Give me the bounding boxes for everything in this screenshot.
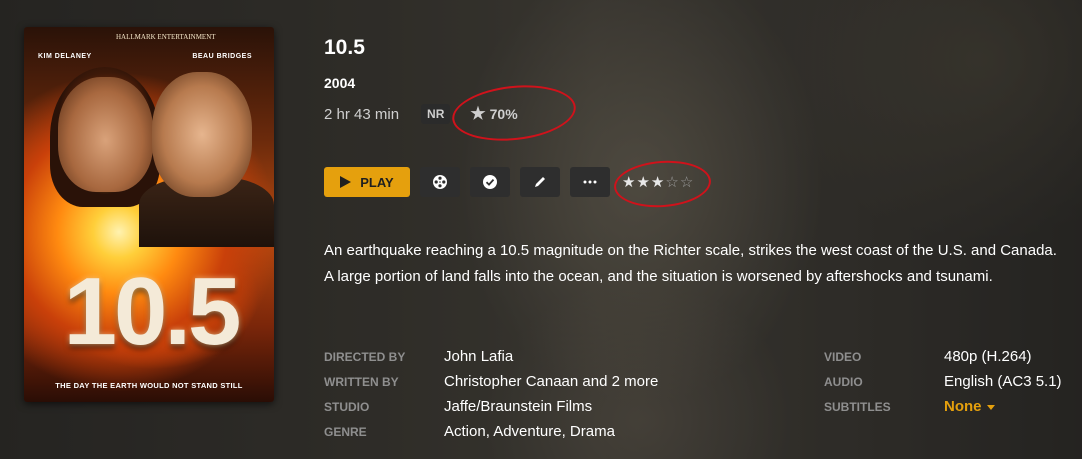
- poster-actor-left-face: [58, 77, 153, 192]
- detail-label: VIDEO: [824, 349, 862, 364]
- detail-row-studio: STUDIO Jaffe/Braunstein Films: [324, 394, 658, 419]
- content-rating-badge: NR: [421, 104, 451, 124]
- trailer-button[interactable]: [420, 167, 460, 197]
- detail-label: WRITTEN BY: [324, 374, 399, 389]
- movie-poster[interactable]: HALLMARK ENTERTAINMENT KIM DELANEY BEAU …: [24, 27, 274, 402]
- poster-actor-right: BEAU BRIDGES: [192, 53, 252, 60]
- play-button[interactable]: PLAY: [324, 167, 410, 197]
- poster-actor-right-face: [152, 72, 252, 197]
- duration: 2 hr 43 min: [324, 105, 400, 123]
- writer-link[interactable]: Christopher Canaan and 2 more: [444, 373, 658, 390]
- video-value: 480p (H.264): [944, 348, 1032, 365]
- movie-year: 2004: [324, 75, 356, 91]
- media-info-list: VIDEO 480p (H.264) AUDIO English (AC3 5.…: [824, 344, 1062, 419]
- play-label: PLAY: [360, 174, 394, 190]
- detail-label: STUDIO: [324, 399, 370, 414]
- more-button[interactable]: [570, 167, 610, 197]
- detail-label: GENRE: [324, 424, 367, 439]
- detail-row-audio: AUDIO English (AC3 5.1): [824, 369, 1062, 394]
- subtitles-dropdown[interactable]: None: [944, 398, 995, 415]
- genre-links[interactable]: Action, Adventure, Drama: [444, 423, 615, 440]
- detail-row-director: DIRECTED BY John Lafia: [324, 344, 658, 369]
- detail-label: SUBTITLES: [824, 399, 891, 414]
- detail-label: DIRECTED BY: [324, 349, 406, 364]
- detail-row-video: VIDEO 480p (H.264): [824, 344, 1062, 369]
- credits-list: DIRECTED BY John Lafia WRITTEN BY Christ…: [324, 344, 658, 444]
- poster-actor-left: KIM DELANEY: [38, 53, 92, 60]
- detail-row-genre: GENRE Action, Adventure, Drama: [324, 419, 658, 444]
- chevron-down-icon: [986, 404, 995, 410]
- studio-link[interactable]: Jaffe/Braunstein Films: [444, 398, 592, 415]
- detail-row-subtitles: SUBTITLES None: [824, 394, 1062, 419]
- audio-value: English (AC3 5.1): [944, 373, 1062, 390]
- edit-button[interactable]: [520, 167, 560, 197]
- detail-row-writer: WRITTEN BY Christopher Canaan and 2 more: [324, 369, 658, 394]
- detail-label: AUDIO: [824, 374, 863, 389]
- pencil-icon: [535, 177, 545, 187]
- subtitles-value: None: [944, 398, 982, 415]
- poster-title-art: 10.5: [63, 258, 242, 365]
- poster-studio-logo: HALLMARK ENTERTAINMENT: [116, 33, 216, 41]
- play-icon: [340, 176, 352, 188]
- more-icon: [583, 180, 597, 184]
- checkmark-icon: [483, 175, 497, 189]
- director-link[interactable]: John Lafia: [444, 348, 513, 365]
- movie-title: 10.5: [324, 36, 365, 59]
- mark-watched-button[interactable]: [470, 167, 510, 197]
- poster-tagline: THE DAY THE EARTH WOULD NOT STAND STILL: [55, 381, 243, 390]
- movie-summary: An earthquake reaching a 10.5 magnitude …: [324, 242, 1057, 285]
- film-reel-icon: [433, 175, 447, 189]
